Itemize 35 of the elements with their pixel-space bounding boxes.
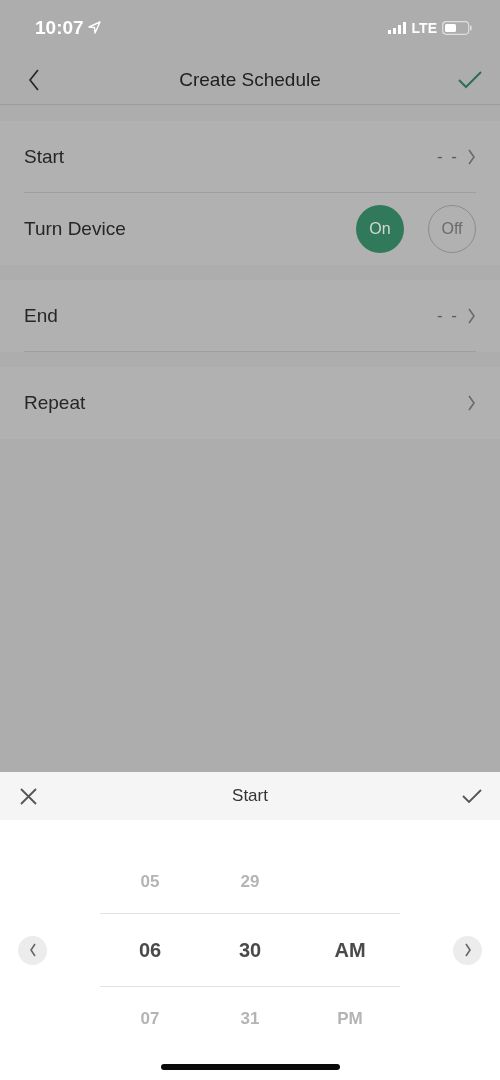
picker-value[interactable]: 31 (240, 1008, 260, 1029)
row-value: - - (436, 305, 459, 326)
previous-button[interactable] (18, 935, 47, 965)
chevron-left-icon (28, 943, 37, 957)
close-button[interactable] (19, 787, 37, 805)
row-label: Repeat (24, 392, 87, 414)
chevron-right-icon (467, 148, 476, 165)
row-value: - - (436, 146, 459, 167)
checkmark-icon (462, 788, 482, 804)
picker-value[interactable]: 07 (140, 1008, 160, 1029)
row-label: Start (24, 145, 66, 168)
battery-icon (442, 20, 472, 35)
chevron-right-icon (467, 307, 476, 324)
selected-value[interactable]: 30 (238, 938, 262, 962)
chevron-right-icon (467, 395, 476, 411)
status-time: 10:07 (35, 16, 84, 39)
selected-value[interactable]: 06 (138, 938, 162, 962)
picker-title: Start (231, 786, 269, 806)
back-icon (28, 68, 40, 91)
option-button[interactable]: On (356, 205, 404, 253)
done-button[interactable] (462, 788, 482, 804)
selected-value[interactable]: AM (334, 938, 366, 962)
network-label: LTE (411, 19, 437, 36)
picker-value[interactable]: PM (337, 1008, 363, 1029)
location-arrow-icon (87, 21, 101, 34)
close-icon (19, 787, 37, 805)
screen-title: Create Schedule (178, 68, 322, 91)
chevron-right-icon (463, 943, 472, 957)
checkmark-icon (458, 70, 482, 89)
row-label: End (24, 304, 59, 327)
row-label: Turn Device (24, 218, 127, 240)
picker-value[interactable]: 05 (140, 871, 160, 892)
next-button[interactable] (453, 935, 482, 965)
signal-icon (387, 21, 407, 34)
picker-value[interactable]: 29 (240, 871, 260, 892)
